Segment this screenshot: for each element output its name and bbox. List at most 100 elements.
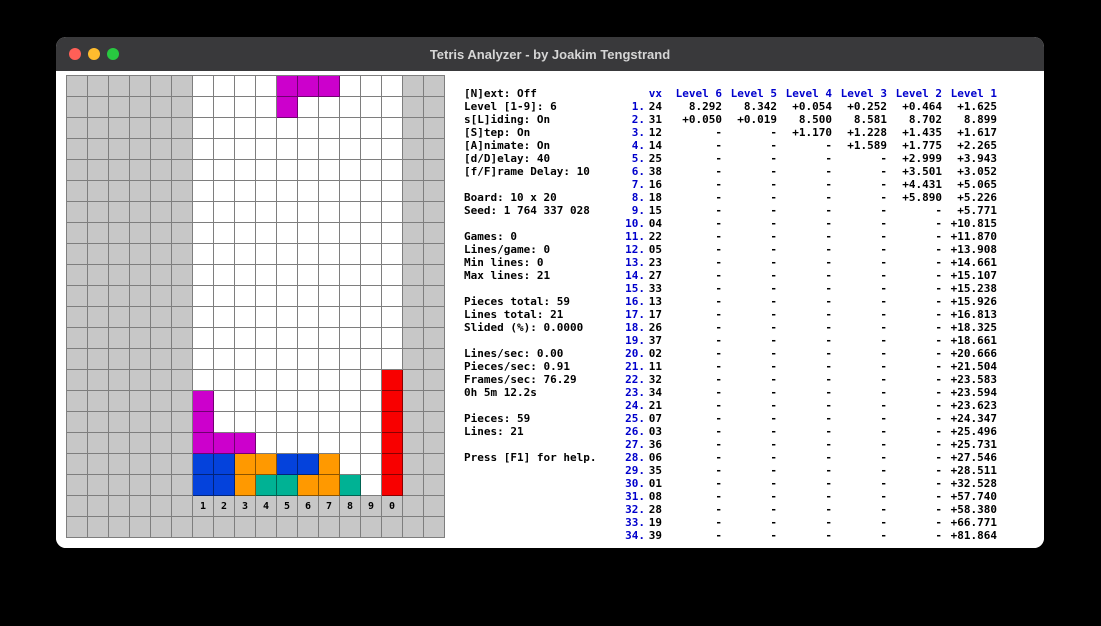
board-cell-empty [277,328,298,349]
level-value: - [662,139,722,152]
row-number: 15. [615,282,645,295]
level-value: - [722,438,777,451]
board-cell-empty [193,181,214,202]
board-cell-wall [67,160,88,181]
board-cell-empty [340,391,361,412]
table-row: 8.18----+5.890+5.226 [615,191,997,204]
board-cell-wall [109,412,130,433]
board-cell-wall [424,475,445,496]
board-cell-wall [130,517,151,538]
board-cell-empty [340,223,361,244]
board-cell-empty [256,244,277,265]
board-cell-empty [340,370,361,391]
table-row: 13.23-----+14.661 [615,256,997,269]
board-cell-wall [67,412,88,433]
row-number: 34. [615,529,645,542]
level-value: - [722,360,777,373]
board-cell-wall [88,391,109,412]
board-cell-empty [256,139,277,160]
board-cell-wall [151,223,172,244]
status-line [464,178,614,191]
table-row: 17.17-----+16.813 [615,308,997,321]
board-cell-wall [151,328,172,349]
board-cell-empty [340,286,361,307]
level-value: - [887,503,942,516]
level-value: - [777,178,832,191]
board-cell-wall [403,475,424,496]
board-cell-wall [424,391,445,412]
level-value: - [887,204,942,217]
board-cell-wall [109,370,130,391]
level-value: - [662,230,722,243]
board-cell-wall [67,139,88,160]
analysis-table: vxLevel 6Level 5Level 4Level 3Level 2Lev… [615,87,997,542]
level-value: - [777,412,832,425]
status-line [464,399,614,412]
zoom-button[interactable] [107,48,119,60]
level-value: - [722,503,777,516]
board-cell-wall [109,181,130,202]
level-value: - [662,204,722,217]
level-value: - [662,360,722,373]
board-cell-empty [214,328,235,349]
level-value: - [832,165,887,178]
board-cell-empty [382,349,403,370]
level-value: 8.702 [887,113,942,126]
level-value: - [722,230,777,243]
board-cell-wall [109,118,130,139]
table-header-cell: Level 4 [777,87,832,100]
level-value: +0.019 [722,113,777,126]
board-cell-wall [424,412,445,433]
board-cell-empty [361,412,382,433]
board-cell-wall [88,454,109,475]
board-cell-empty [382,244,403,265]
board-cell-empty [361,118,382,139]
level-value: +5.226 [942,191,997,204]
level-value: - [887,295,942,308]
board-cell-empty [382,118,403,139]
board-cell-empty [256,349,277,370]
level-value: - [777,204,832,217]
level-value: - [662,490,722,503]
table-row: 33.19-----+66.771 [615,516,997,529]
table-row: 23.34-----+23.594 [615,386,997,399]
board-cell-empty [235,307,256,328]
status-line: Lines/sec: 0.00 [464,347,614,360]
board-cell-wall [424,328,445,349]
level-value: - [887,529,942,542]
board-cell-wall [403,454,424,475]
status-line: [A]nimate: On [464,139,614,152]
board-cell-wall [403,223,424,244]
board-cell-empty [193,244,214,265]
board-cell-piece [235,433,256,454]
level-value: - [722,490,777,503]
board-cell-wall [172,496,193,517]
table-header-row: vxLevel 6Level 5Level 4Level 3Level 2Lev… [615,87,997,100]
level-value: +20.666 [942,347,997,360]
board-cell-empty [235,391,256,412]
board-cell-wall [172,181,193,202]
table-row: 32.28-----+58.380 [615,503,997,516]
board-cell-wall [403,496,424,517]
board-cell-wall [88,202,109,223]
level-value: - [777,425,832,438]
board-cell-empty [361,391,382,412]
board-cell-wall [109,265,130,286]
board-cell-wall [403,139,424,160]
board-cell-piece [382,412,403,433]
board-cell-wall [67,286,88,307]
close-button[interactable] [69,48,81,60]
status-panel: [N]ext: OffLevel [1-9]: 6s[L]iding: On[S… [464,87,614,464]
level-value: - [722,386,777,399]
minimize-button[interactable] [88,48,100,60]
level-value: - [662,295,722,308]
level-value: - [662,464,722,477]
board-cell-empty [214,76,235,97]
level-value: - [722,126,777,139]
board-cell-wall [403,307,424,328]
board-cell-empty [382,160,403,181]
status-line: Lines: 21 [464,425,614,438]
status-line: Board: 10 x 20 [464,191,614,204]
board-cell-wall [88,286,109,307]
board-cell-empty [214,412,235,433]
